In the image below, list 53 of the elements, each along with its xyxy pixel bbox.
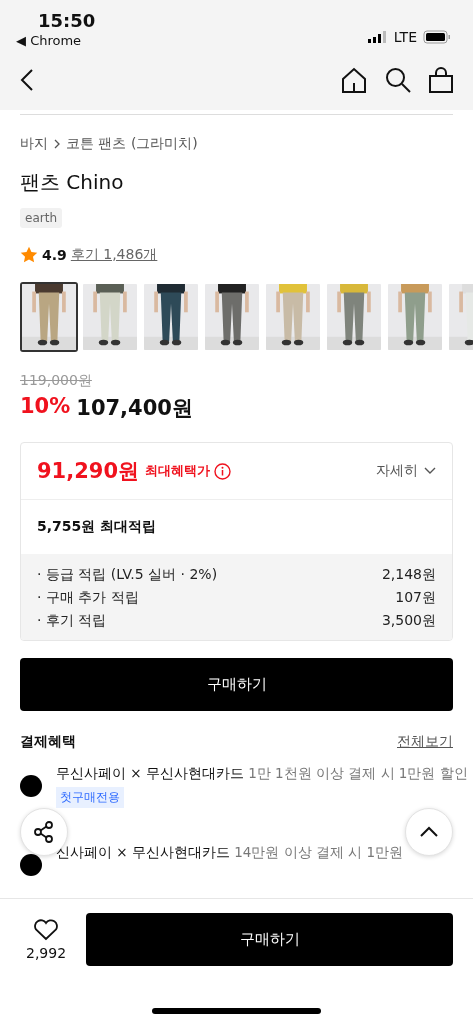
chevron-up-icon — [419, 826, 439, 838]
discount-rate: 10% — [20, 394, 71, 420]
sale-price: 107,400원 — [76, 395, 193, 422]
chevron-right-icon — [54, 139, 60, 149]
section-title: 결제혜택 — [20, 733, 76, 751]
points-total: 5,755원 최대적립 — [36, 517, 158, 536]
points-value: 107원 — [395, 589, 436, 607]
heart-icon — [33, 918, 60, 941]
color-tag: earth — [20, 208, 62, 228]
info-icon[interactable] — [214, 462, 232, 480]
product-thumbnail[interactable] — [264, 282, 322, 352]
star-icon — [20, 246, 38, 264]
max-benefit-price: 91,290원 — [37, 458, 140, 485]
rating-score: 4.9 — [42, 247, 67, 263]
points-label: · 후기 적립 — [37, 612, 107, 630]
like-button[interactable]: 2,992 — [26, 918, 67, 961]
back-to-app-link[interactable]: ◀ Chrome — [16, 33, 96, 48]
product-thumbnail[interactable] — [20, 282, 78, 352]
product-thumbnail[interactable] — [325, 282, 383, 352]
product-thumbnail[interactable] — [386, 282, 444, 352]
search-icon[interactable] — [385, 67, 411, 93]
view-all-link[interactable]: 전체보기 — [397, 733, 453, 751]
breadcrumb-link[interactable]: 바지 — [20, 135, 48, 153]
buy-button[interactable]: 구매하기 — [20, 658, 453, 711]
card-logo-icon — [20, 775, 42, 797]
product-thumbnail[interactable] — [203, 282, 261, 352]
points-label: · 구매 추가 적립 — [37, 589, 139, 607]
chevron-down-icon — [424, 467, 436, 475]
home-icon[interactable] — [341, 67, 367, 93]
product-thumbnail[interactable] — [81, 282, 139, 352]
network-label: LTE — [393, 29, 417, 45]
status-time: 15:50 — [38, 10, 96, 31]
product-thumbnail[interactable] — [142, 282, 200, 352]
back-icon[interactable] — [20, 69, 34, 91]
original-price: 119,000원 — [20, 372, 92, 390]
scroll-top-button[interactable] — [405, 808, 453, 856]
product-title: 팬츠 Chino — [20, 169, 125, 196]
buy-button[interactable]: 구매하기 — [86, 913, 453, 966]
payment-benefit-text: 무신사페이 × 무신사현대카드 1만 1천원 이상 결제 시 1만원 할인 — [56, 765, 468, 783]
points-label: · 등급 적립 (LV.5 실버 · 2%) — [37, 566, 218, 584]
card-logo-icon — [20, 854, 42, 876]
signal-icon — [367, 31, 388, 43]
battery-icon — [423, 30, 451, 44]
share-icon — [32, 820, 56, 844]
first-purchase-tag: 첫구매전용 — [56, 787, 124, 808]
details-toggle[interactable]: 자세히 — [376, 462, 436, 480]
breadcrumb-link[interactable]: 코튼 팬츠 (그라미치) — [66, 135, 198, 153]
shopping-bag-icon[interactable] — [429, 67, 453, 93]
max-benefit-label: 최대혜택가 — [145, 462, 211, 480]
points-value: 3,500원 — [381, 612, 436, 630]
reviews-link[interactable]: 후기 1,486개 — [70, 246, 158, 264]
payment-benefit-text: 신사페이 × 무신사현대카드 14만원 이상 결제 시 1만원 — [56, 844, 404, 862]
points-value: 2,148원 — [381, 566, 436, 584]
